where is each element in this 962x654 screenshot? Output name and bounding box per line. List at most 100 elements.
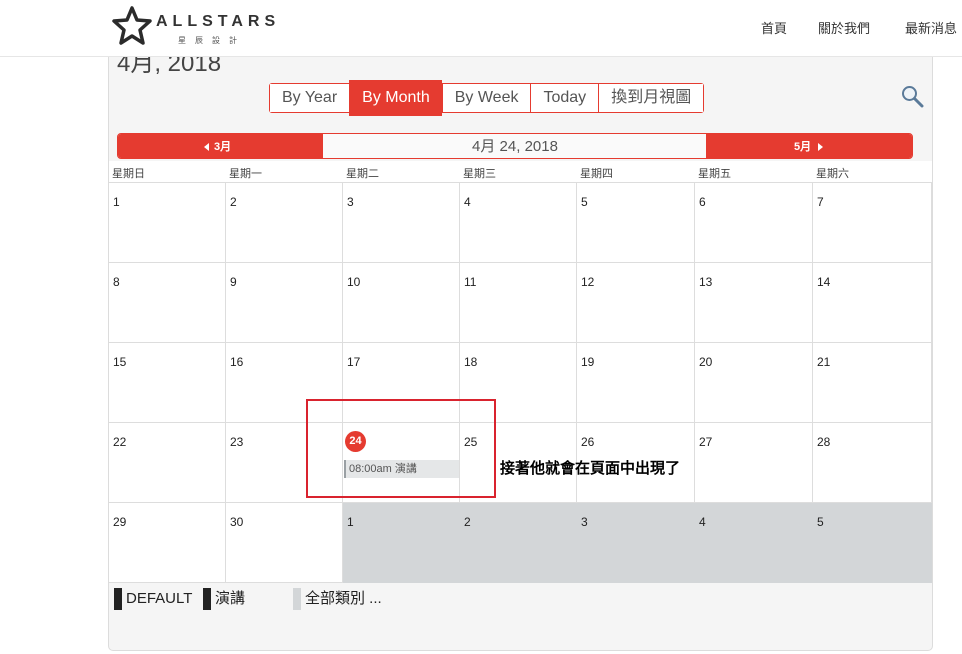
day-cell[interactable]: 28 xyxy=(813,423,932,503)
day-cell[interactable]: 14 xyxy=(813,263,932,343)
day-cell[interactable]: 29 xyxy=(109,503,226,583)
day-cell[interactable]: 7 xyxy=(813,183,932,263)
day-cell[interactable]: 2 xyxy=(460,503,577,583)
day-number[interactable]: 2 xyxy=(230,195,237,209)
caret-left-icon xyxy=(204,143,209,151)
site-header: ALLSTARS 星辰設計 首頁 關於我們 最新消息 xyxy=(0,0,962,57)
view-by-year-button[interactable]: By Year xyxy=(270,84,350,112)
nav-about[interactable]: 關於我們 xyxy=(818,18,870,37)
day-cell[interactable]: 10 xyxy=(343,263,460,343)
view-today-button[interactable]: Today xyxy=(530,84,599,112)
day-number[interactable]: 8 xyxy=(113,275,120,289)
day-cell[interactable]: 3 xyxy=(577,503,695,583)
day-number[interactable]: 22 xyxy=(113,435,126,449)
legend-swatch xyxy=(203,588,211,610)
day-cell[interactable]: 8 xyxy=(109,263,226,343)
weekday-label: 星期三 xyxy=(463,168,496,180)
day-number[interactable]: 3 xyxy=(581,515,588,529)
day-number[interactable]: 2 xyxy=(464,515,471,529)
day-cell[interactable]: 3 xyxy=(343,183,460,263)
annotation-highlight-box xyxy=(306,399,496,498)
day-cell[interactable]: 9 xyxy=(226,263,343,343)
day-cell[interactable]: 6 xyxy=(695,183,813,263)
legend-swatch xyxy=(293,588,301,610)
weekday-label: 星期日 xyxy=(112,168,145,180)
day-cell[interactable]: 27 xyxy=(695,423,813,503)
day-number[interactable]: 6 xyxy=(699,195,706,209)
day-cell[interactable]: 21 xyxy=(813,343,932,423)
day-number[interactable]: 1 xyxy=(113,195,120,209)
day-number[interactable]: 13 xyxy=(699,275,712,289)
day-number[interactable]: 10 xyxy=(347,275,360,289)
search-icon[interactable] xyxy=(900,84,924,108)
day-number[interactable]: 7 xyxy=(817,195,824,209)
weekday-label: 星期一 xyxy=(229,168,262,180)
day-number[interactable]: 29 xyxy=(113,515,126,529)
day-number[interactable]: 14 xyxy=(817,275,830,289)
caret-right-icon xyxy=(818,143,823,151)
nav-news[interactable]: 最新消息 xyxy=(905,18,957,37)
day-cell[interactable]: 19 xyxy=(577,343,695,423)
day-cell[interactable]: 11 xyxy=(460,263,577,343)
day-cell[interactable]: 2 xyxy=(226,183,343,263)
day-number[interactable]: 17 xyxy=(347,355,360,369)
view-by-month-button[interactable]: By Month xyxy=(349,80,442,116)
legend-swatch xyxy=(114,588,122,610)
day-cell[interactable]: 5 xyxy=(577,183,695,263)
day-number[interactable]: 20 xyxy=(699,355,712,369)
weekday-label: 星期五 xyxy=(698,168,731,180)
day-number[interactable]: 3 xyxy=(347,195,354,209)
legend-item-lecture[interactable]: 演講 xyxy=(203,588,263,610)
day-cell[interactable]: 4 xyxy=(695,503,813,583)
calendar-panel: 4月, 2018 By Year By Month By Week Today … xyxy=(108,57,933,651)
view-by-week-button[interactable]: By Week xyxy=(441,84,531,112)
day-number[interactable]: 27 xyxy=(699,435,712,449)
day-number[interactable]: 28 xyxy=(817,435,830,449)
day-number[interactable]: 21 xyxy=(817,355,830,369)
day-number[interactable]: 5 xyxy=(817,515,824,529)
day-number[interactable]: 16 xyxy=(230,355,243,369)
day-cell[interactable]: 15 xyxy=(109,343,226,423)
day-number[interactable]: 30 xyxy=(230,515,243,529)
day-number[interactable]: 15 xyxy=(113,355,126,369)
day-number[interactable]: 4 xyxy=(464,195,471,209)
day-cell[interactable]: 1 xyxy=(109,183,226,263)
prev-month-label: 3月 xyxy=(214,141,232,153)
day-number[interactable]: 18 xyxy=(464,355,477,369)
day-cell[interactable]: 30 xyxy=(226,503,343,583)
weekday-header: 星期日 星期一 星期二 星期三 星期四 星期五 星期六 xyxy=(109,161,932,183)
legend-item-all-categories[interactable]: 全部類別 ... xyxy=(293,588,403,610)
day-cell[interactable]: 20 xyxy=(695,343,813,423)
main-nav: 首頁 關於我們 最新消息 xyxy=(0,18,962,38)
day-cell[interactable]: 12 xyxy=(577,263,695,343)
month-grid: 1 2 3 4 5 6 7 8 9 10 11 12 13 14 15 16 17 18 19 20 21 22 23 24 0… xyxy=(109,182,932,583)
category-legend: DEFAULT 演講 全部類別 ... xyxy=(109,584,932,614)
day-number[interactable]: 23 xyxy=(230,435,243,449)
day-number[interactable]: 1 xyxy=(347,515,354,529)
day-cell[interactable]: 13 xyxy=(695,263,813,343)
legend-label: DEFAULT xyxy=(126,590,193,607)
weekday-label: 星期二 xyxy=(346,168,379,180)
view-switcher: By Year By Month By Week Today 換到月視圖 xyxy=(269,80,705,116)
month-navigation: 3月 4月 24, 2018 5月 xyxy=(117,133,913,159)
day-number[interactable]: 26 xyxy=(581,435,594,449)
nav-home[interactable]: 首頁 xyxy=(761,18,787,37)
day-number[interactable]: 19 xyxy=(581,355,594,369)
day-number[interactable]: 5 xyxy=(581,195,588,209)
calendar-heading: 4月, 2018 xyxy=(117,57,222,77)
day-cell[interactable]: 5 xyxy=(813,503,932,583)
switch-month-view-button[interactable]: 換到月視圖 xyxy=(598,84,704,112)
day-cell[interactable]: 1 xyxy=(343,503,460,583)
day-number[interactable]: 9 xyxy=(230,275,237,289)
legend-label: 全部類別 ... xyxy=(305,590,382,607)
day-number[interactable]: 12 xyxy=(581,275,594,289)
day-cell[interactable]: 22 xyxy=(109,423,226,503)
day-cell[interactable]: 4 xyxy=(460,183,577,263)
legend-item-default[interactable]: DEFAULT xyxy=(114,588,204,610)
day-number[interactable]: 11 xyxy=(464,275,476,289)
prev-month-button[interactable]: 3月 xyxy=(118,134,323,158)
day-number[interactable]: 4 xyxy=(699,515,706,529)
next-month-button[interactable]: 5月 xyxy=(706,134,912,158)
weekday-label: 星期四 xyxy=(580,168,613,180)
annotation-text: 接著他就會在頁面中出現了 xyxy=(500,459,681,477)
